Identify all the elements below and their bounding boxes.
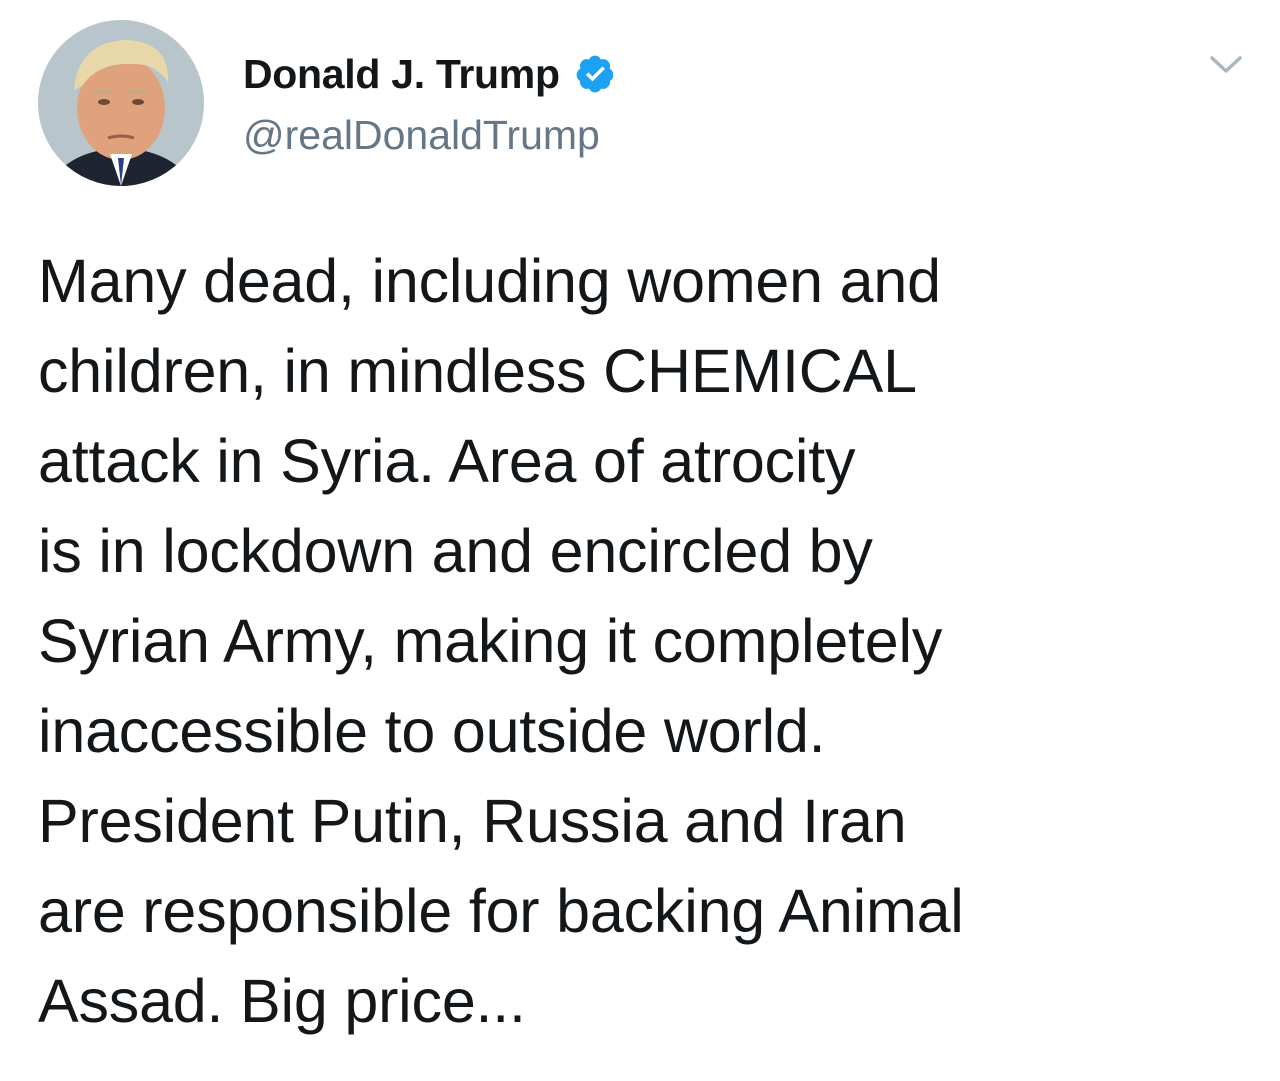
tweet-text-line: are responsible for backing Animal — [38, 877, 964, 945]
tweet-text-line: children, in mindless CHEMICAL — [38, 337, 917, 405]
profile-photo — [38, 20, 204, 186]
tweet-text-line: Many dead, including women and — [38, 247, 941, 315]
tweet-text-line: is in lockdown and encircled by — [38, 517, 873, 585]
chevron-down-icon[interactable] — [1206, 50, 1246, 80]
tweet-text-line: President Putin, Russia and Iran — [38, 787, 907, 855]
tweet-card: Donald J. Trump @realDonaldTrump Many de… — [0, 0, 1280, 1081]
tweet-text-line: inaccessible to outside world. — [38, 697, 826, 765]
tweet-text-line: Syrian Army, making it completely — [38, 607, 943, 675]
display-name[interactable]: Donald J. Trump — [243, 51, 560, 98]
tweet-text-line: Assad. Big price... — [38, 967, 526, 1035]
verified-badge-icon — [574, 53, 616, 95]
tweet-text: Many dead, including women and children,… — [38, 236, 1258, 1046]
tweet-text-line: attack in Syria. Area of atrocity — [38, 427, 856, 495]
avatar[interactable] — [38, 20, 204, 186]
handle[interactable]: @realDonaldTrump — [243, 112, 616, 159]
display-name-row: Donald J. Trump — [243, 48, 616, 100]
author-info: Donald J. Trump @realDonaldTrump — [243, 48, 616, 159]
